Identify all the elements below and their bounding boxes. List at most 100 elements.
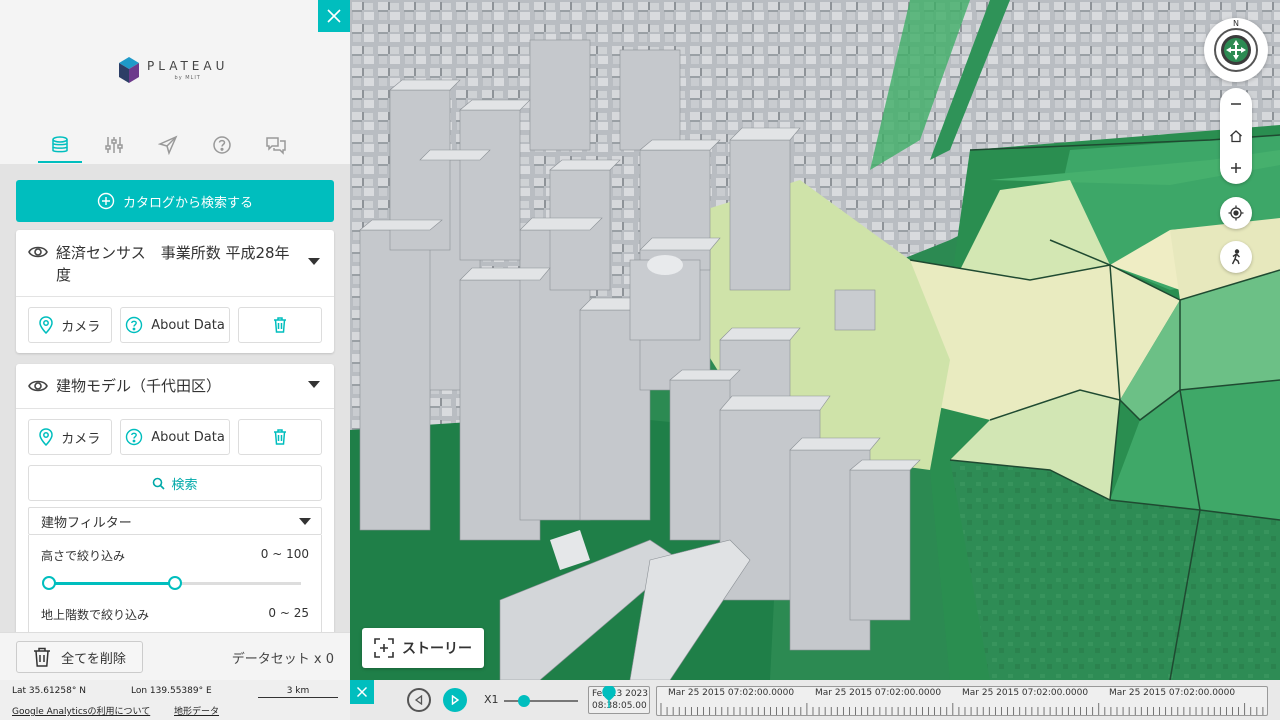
dataset-title: 経済センサス 事業所数 平成28年度 (56, 244, 290, 284)
send-icon (158, 135, 178, 155)
zoom-in-button[interactable] (1220, 152, 1252, 184)
eye-icon[interactable] (28, 244, 48, 260)
walking-person-icon (1231, 249, 1240, 265)
location-pin-icon (39, 316, 54, 334)
side-panel: PLATEAU by MLIT カタログから検索する 経済センサス 事業所数 平… (0, 0, 350, 720)
current-datetime[interactable]: Feb 23 2023 08:38:05.00 (588, 686, 650, 714)
zoom-controls (1220, 88, 1252, 184)
building-search-button[interactable]: 検索 (28, 465, 322, 501)
tab-feedback[interactable] (261, 130, 291, 160)
height-filter-label: 高さで絞り込み (41, 549, 126, 563)
plus-icon (1231, 163, 1241, 173)
camera-button[interactable]: カメラ (28, 307, 112, 343)
collapse-toggle[interactable] (308, 381, 320, 388)
status-bar: Lat 35.61258° N Lon 139.55389° E 3 km Go… (0, 680, 350, 720)
delete-dataset-button[interactable] (238, 419, 322, 455)
dataset-list-area: カタログから検索する 経済センサス 事業所数 平成28年度 カメラ About … (0, 164, 350, 632)
about-data-button[interactable]: About Data (119, 307, 231, 343)
height-range-slider[interactable] (41, 570, 309, 596)
analytics-link[interactable]: Google Analyticsの利用について (12, 704, 150, 717)
camera-button[interactable]: カメラ (28, 419, 112, 455)
longitude-readout: Lon 139.55389° E (131, 686, 212, 696)
dataset-card-building: 建物モデル（千代田区） カメラ About Data 検索 建物フィルター 高さ… (16, 364, 334, 632)
timeline-label: Mar 25 2015 07:02:00.0000 (962, 688, 1089, 698)
story-button[interactable]: ストーリー (362, 628, 484, 668)
scale-bar: 3 km (258, 686, 338, 698)
speed-slider-track[interactable] (504, 700, 578, 702)
tab-help[interactable] (207, 130, 237, 160)
crosshair-icon (1228, 205, 1244, 221)
collapse-toggle[interactable] (308, 258, 320, 265)
camera-label: カメラ (61, 319, 101, 335)
chat-icon (266, 137, 286, 155)
playback-speed: X1 (484, 693, 499, 706)
dataset-count: データセット x 0 (231, 652, 334, 667)
timeline-label: Mar 25 2015 07:02:00.0000 (1109, 688, 1236, 698)
tab-share[interactable] (153, 130, 183, 160)
location-pin-icon (39, 428, 54, 446)
timeline-ticks (660, 703, 1264, 715)
map-viewport[interactable]: N ストーリー (350, 0, 1280, 680)
close-panel-button[interactable] (318, 0, 350, 32)
my-location-button[interactable] (1220, 197, 1252, 229)
speed-slider-handle[interactable] (518, 695, 530, 707)
city-3d-scene (350, 0, 1280, 680)
trash-icon (274, 429, 287, 445)
building-filter-select[interactable]: 建物フィルター (28, 507, 322, 535)
panel-tabs (38, 130, 291, 163)
logo-title: PLATEAU (147, 58, 229, 73)
terrain-data-link[interactable]: 地形データ (174, 704, 219, 717)
catalog-search-button[interactable]: カタログから検索する (16, 180, 334, 222)
compass[interactable]: N (1204, 18, 1268, 82)
catalog-search-label: カタログから検索する (122, 195, 253, 211)
story-button-label: ストーリー (402, 641, 472, 657)
timeline-scrubber[interactable]: Mar 25 2015 07:02:00.0000 Mar 25 2015 07… (656, 686, 1268, 716)
eye-icon[interactable] (28, 378, 48, 394)
slider-fill (49, 582, 175, 585)
home-icon (1230, 130, 1242, 143)
tab-data[interactable] (38, 130, 82, 163)
pedestrian-mode-button[interactable] (1220, 241, 1252, 273)
height-filter-range: 0 ~ 100 (260, 547, 309, 561)
floors-filter-range: 0 ~ 25 (268, 606, 309, 620)
filter-options: 高さで絞り込み 0 ~ 100 地上階数で絞り込み 0 ~ 25 (28, 535, 322, 632)
minus-icon (1231, 103, 1241, 105)
search-icon (153, 477, 166, 490)
latitude-readout: Lat 35.61258° N (12, 686, 86, 696)
timeline-current-marker[interactable] (601, 686, 617, 708)
database-icon (52, 136, 68, 153)
play-reverse-button[interactable] (407, 688, 431, 712)
slider-max-handle[interactable] (168, 576, 182, 590)
dataset-card-census: 経済センサス 事業所数 平成28年度 カメラ About Data (16, 230, 334, 353)
camera-label: カメラ (61, 431, 101, 447)
about-data-label: About Data (151, 429, 225, 445)
delete-all-button[interactable]: 全てを削除 (16, 641, 143, 673)
zoom-out-button[interactable] (1220, 88, 1252, 120)
tab-map-settings[interactable] (99, 130, 129, 160)
chevron-down-icon (299, 517, 311, 525)
timeline-label: Mar 25 2015 07:02:00.0000 (815, 688, 942, 698)
delete-all-label: 全てを削除 (61, 651, 126, 667)
plus-circle-icon (97, 192, 115, 210)
play-icon (451, 695, 460, 705)
home-button[interactable] (1220, 120, 1252, 152)
trash-icon (274, 317, 287, 333)
dataset-card-header: 建物モデル（千代田区） (16, 364, 334, 409)
slider-min-handle[interactable] (42, 576, 56, 590)
trash-icon (34, 647, 51, 667)
about-data-button[interactable]: About Data (119, 419, 231, 455)
play-reverse-icon (414, 695, 423, 705)
play-button[interactable] (443, 688, 467, 712)
help-icon (125, 316, 143, 334)
compass-icon: N (1214, 19, 1258, 72)
delete-dataset-button[interactable] (238, 307, 322, 343)
dataset-card-header: 経済センサス 事業所数 平成28年度 (16, 230, 334, 297)
timeline-bar: X1 Feb 23 2023 08:38:05.00 Mar 25 2015 0… (350, 680, 1280, 720)
close-timeline-button[interactable] (350, 680, 374, 704)
close-icon (327, 9, 341, 23)
story-add-icon (374, 638, 394, 658)
logo-subtitle: by MLIT (174, 74, 201, 81)
plateau-logo-mark (119, 57, 139, 83)
panel-footer: 全てを削除 データセット x 0 (0, 632, 350, 680)
about-data-label: About Data (151, 317, 225, 333)
